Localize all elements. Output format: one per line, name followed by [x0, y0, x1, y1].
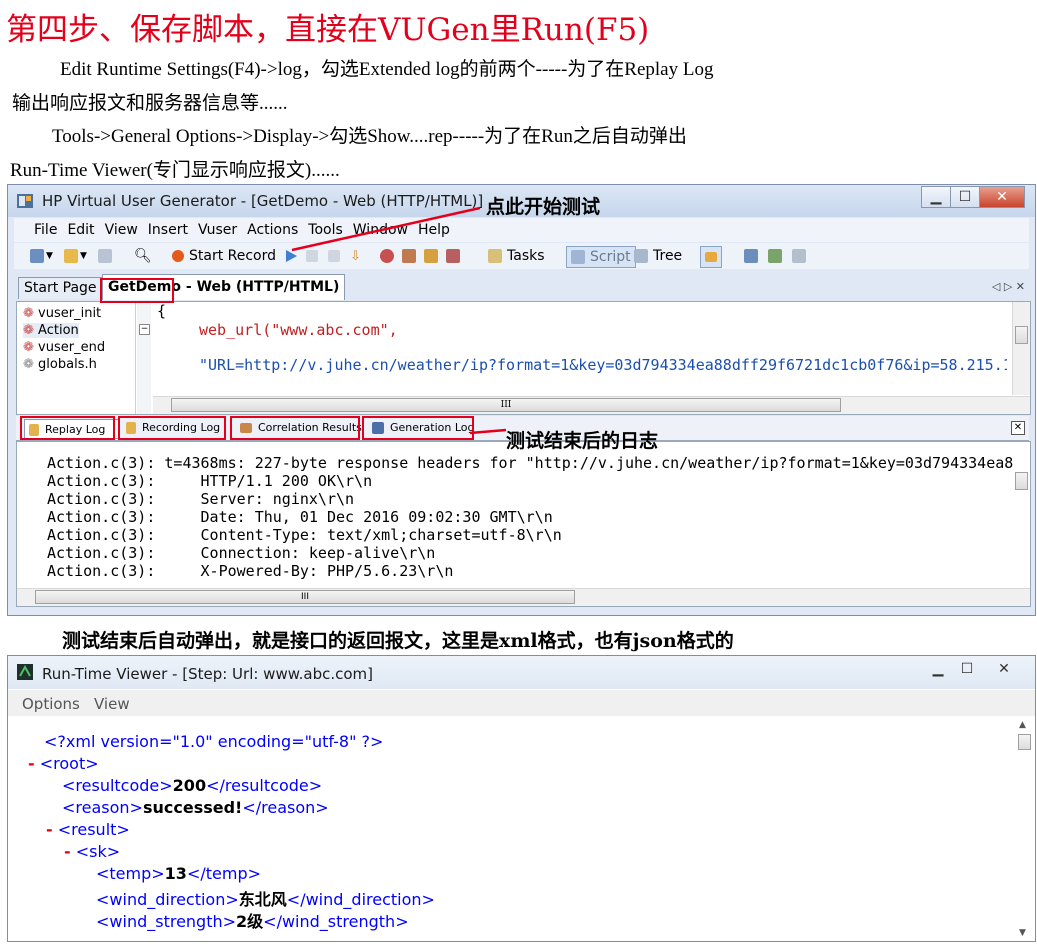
xml-declaration: <?xml version="1.0" encoding="utf-8" ?>: [44, 732, 384, 751]
xml-sk[interactable]: - <sk>: [64, 842, 120, 861]
annotation-arrow-logs: [470, 428, 507, 435]
viewer-title-bar: Run-Time Viewer - [Step: Url: www.abc.co…: [8, 656, 1035, 689]
viewer-maximize-button[interactable]: ☐: [952, 658, 982, 680]
tab-start-page[interactable]: Start Page: [18, 277, 103, 299]
tab-nav-arrows[interactable]: ◁ ▷ ✕: [992, 280, 1025, 293]
viewer-vscroll[interactable]: ▲ ▼: [1016, 718, 1033, 940]
viewer-app-icon: [17, 664, 33, 680]
vugen-window: HP Virtual User Generator - [GetDemo - W…: [7, 184, 1036, 616]
menu-view[interactable]: View: [105, 222, 138, 238]
tree-item-vuser-end[interactable]: ❁ vuser_end: [23, 340, 105, 355]
viewer-title: Run-Time Viewer - [Step: Url: www.abc.co…: [42, 665, 373, 683]
vugen-menu-bar: File Edit View Insert Vuser Actions Tool…: [14, 218, 1029, 242]
log-line: Action.c(3): X-Powered-By: PHP/5.6.23\r\…: [47, 562, 454, 580]
script-label: Script: [590, 249, 631, 265]
log-line: Action.c(3): Server: nginx\r\n: [47, 490, 355, 508]
tree-icon: [634, 249, 648, 263]
xml-resultcode: <resultcode>200</resultcode>: [62, 776, 323, 795]
runtime-viewer-window: Run-Time Viewer - [Step: Url: www.abc.co…: [7, 655, 1036, 942]
viewer-close-button[interactable]: ✕: [981, 658, 1027, 680]
replay-log-pane: Action.c(3): t=4368ms: 227-byte response…: [16, 441, 1031, 607]
highlight-recording-log: [118, 416, 226, 440]
xml-reason: <reason>successed!</reason>: [62, 798, 329, 817]
minimize-button[interactable]: ▁: [921, 186, 951, 208]
tree-item-action[interactable]: ❁ Action: [23, 323, 79, 338]
tree-item-globals[interactable]: ❁ globals.h: [23, 357, 97, 372]
log-line: Action.c(3): Connection: keep-alive\r\n: [47, 544, 436, 562]
editor-pane: ❁ vuser_init ❁ Action ❁ vuser_end ❁ glob…: [16, 301, 1031, 415]
code-line-2: "URL=http://v.juhe.cn/weather/ip?format=…: [199, 356, 1007, 374]
paragraph-1-line-2: 输出响应报文和服务器信息等......: [12, 93, 288, 114]
vugen-window-controls: ▁ ☐ ✕: [921, 186, 1025, 208]
xml-wind-direction: <wind_direction>东北风</wind_direction>: [96, 890, 435, 909]
close-button[interactable]: ✕: [979, 186, 1025, 208]
annotation-start-test: 点此开始测试: [486, 196, 601, 218]
snapshot-icon[interactable]: [744, 246, 758, 266]
viewer-menu-options[interactable]: Options: [22, 695, 80, 713]
tab-script-type: - Web (HTTP/HTML): [181, 279, 340, 295]
log-line: Action.c(3): t=4368ms: 227-byte response…: [47, 454, 1014, 472]
xml-content: <?xml version="1.0" encoding="utf-8" ?> …: [8, 718, 1013, 940]
log-line: Action.c(3): Content-Type: text/xml;char…: [47, 526, 562, 544]
code-brace: {: [157, 302, 167, 320]
start-record-label: Start Record: [189, 248, 277, 264]
xml-result[interactable]: - <result>: [46, 820, 130, 839]
log-line: Action.c(3): Date: Thu, 01 Dec 2016 09:0…: [47, 508, 553, 526]
collapse-icon[interactable]: −: [139, 324, 150, 335]
vugen-app-icon: [17, 194, 33, 208]
annotation-arrow-start: [291, 206, 481, 252]
copy-icon[interactable]: [792, 246, 806, 266]
record-icon: [172, 250, 184, 262]
menu-insert[interactable]: Insert: [148, 222, 188, 238]
tree-view-button[interactable]: Tree: [634, 246, 682, 266]
maximize-button[interactable]: ☐: [950, 186, 980, 208]
log-vscroll[interactable]: [1013, 442, 1030, 588]
page-view-icon[interactable]: [768, 246, 782, 266]
xml-root[interactable]: - <root>: [28, 754, 99, 773]
script-icon: [571, 250, 585, 264]
vugen-toolbar: ▼ ▼ 🔍︎ Start Record ⇩ Tasks Script Tree: [14, 243, 1029, 269]
output-toggle-icon[interactable]: [700, 246, 722, 268]
output-close-icon[interactable]: ✕: [1011, 421, 1025, 435]
paragraph-2-line-1: Tools->General Options->Display->勾选Show.…: [52, 126, 687, 147]
log-hscroll[interactable]: III: [17, 588, 1030, 606]
menu-vuser[interactable]: Vuser: [198, 222, 237, 238]
highlight-replay-log: [20, 416, 115, 440]
log-line: Action.c(3): HTTP/1.1 200 OK\r\n: [47, 472, 373, 490]
script-tree: ❁ vuser_init ❁ Action ❁ vuser_end ❁ glob…: [17, 302, 136, 414]
editor-vscroll[interactable]: [1012, 302, 1030, 395]
open-folder-icon[interactable]: ▼: [64, 246, 87, 266]
editor-hscroll[interactable]: III: [153, 396, 1030, 414]
highlight-getdemo: [100, 278, 174, 303]
code-line-1: web_url("www.abc.com",: [199, 321, 398, 339]
editor-gutter: −: [137, 302, 151, 414]
save-icon[interactable]: [98, 246, 112, 266]
menu-file[interactable]: File: [34, 222, 57, 238]
xml-wind-strength: <wind_strength>2级</wind_strength>: [96, 912, 409, 931]
tree-label: Tree: [653, 248, 683, 264]
viewer-minimize-button[interactable]: ▁: [923, 658, 953, 680]
new-script-icon[interactable]: ▼: [30, 246, 53, 266]
menu-edit[interactable]: Edit: [67, 222, 94, 238]
highlight-correlation: [230, 416, 360, 440]
viewer-menu-view[interactable]: View: [94, 695, 130, 713]
find-icon[interactable]: 🔍︎: [134, 246, 152, 266]
xml-temp: <temp>13</temp>: [96, 864, 261, 883]
viewer-window-controls: ▁ ☐ ✕: [924, 658, 1027, 680]
start-record-button[interactable]: Start Record: [172, 246, 276, 266]
tasks-label: Tasks: [507, 248, 545, 264]
highlight-generation-log: [362, 416, 474, 440]
script-view-button[interactable]: Script: [566, 246, 636, 268]
paragraph-2-line-2: Run-Time Viewer(专门显示响应报文)......: [10, 160, 340, 181]
tree-item-vuser-init[interactable]: ❁ vuser_init: [23, 306, 101, 321]
paragraph-1-line-1: Edit Runtime Settings(F4)->log，勾选Extende…: [60, 59, 714, 80]
page-heading: 第四步、保存脚本，直接在VUGen里Run(F5): [6, 12, 650, 48]
caption-viewer: 测试结束后自动弹出，就是接口的返回报文，这里是xml格式，也有json格式的: [62, 630, 734, 652]
annotation-logs-after: 测试结束后的日志: [506, 430, 659, 452]
viewer-menu-bar: Options View: [8, 690, 1035, 716]
